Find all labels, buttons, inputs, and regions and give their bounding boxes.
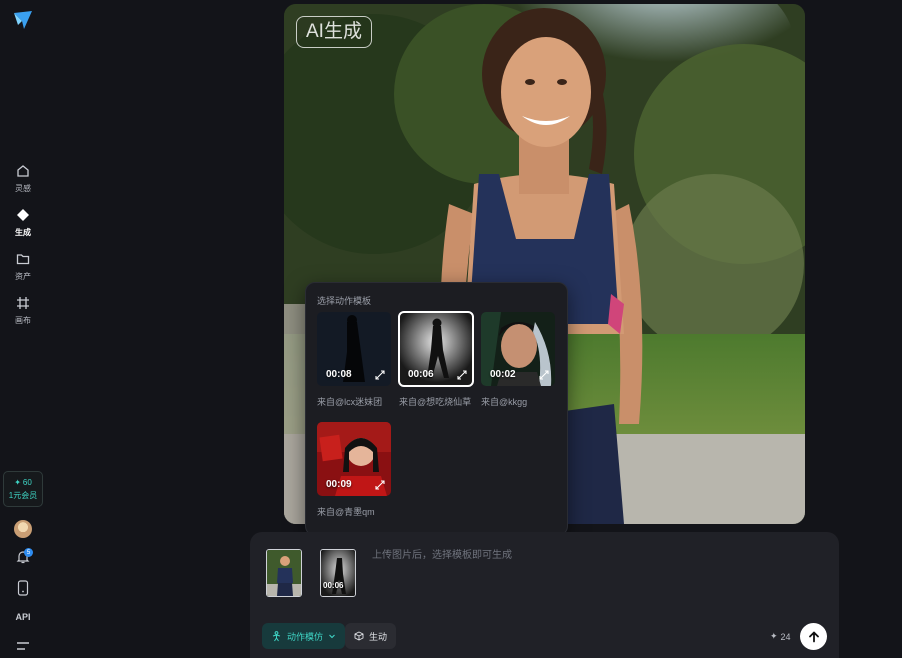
- sparkle-icon: ✦: [770, 631, 778, 641]
- template-source: 来自@青墨qm: [317, 507, 375, 517]
- template-card-4[interactable]: 00:09: [317, 422, 391, 496]
- selected-template-thumb[interactable]: 00:06: [320, 549, 356, 597]
- api-link[interactable]: API: [0, 612, 46, 622]
- expand-icon[interactable]: [457, 370, 467, 380]
- template-source: 来自@kkgg: [481, 397, 528, 407]
- ai-generated-badge: AI生成: [296, 16, 372, 48]
- chevron-down-icon: [329, 634, 335, 639]
- sidebar-item-label: 灵感: [15, 184, 31, 193]
- canvas-icon: [15, 295, 31, 311]
- avatar[interactable]: [14, 520, 32, 538]
- folder-icon: [15, 251, 31, 267]
- membership-label: 1元会员: [8, 490, 38, 500]
- app-root: 灵感 生成 资产 画布 ✦ 60 1元会员 5 API AI生成 选择动作模板 …: [0, 0, 902, 658]
- sparkle-icon: ✦: [14, 477, 21, 487]
- arrow-up-icon: [808, 631, 819, 642]
- template-duration: 00:06: [408, 369, 434, 380]
- template-card-2[interactable]: 00:06: [398, 311, 474, 387]
- motion-icon: [272, 630, 281, 641]
- template-source: 来自@lcx迷妹团: [317, 397, 383, 407]
- composer-hint: 上传图片后，选择模板即可生成: [372, 550, 512, 561]
- diamond-icon: [15, 207, 31, 223]
- expand-icon[interactable]: [375, 480, 385, 490]
- motion-imitation-button[interactable]: 动作模仿: [262, 623, 346, 649]
- template-duration: 00:08: [326, 369, 352, 380]
- motion-template-popup: 选择动作模板 00:08 来自@lcx迷妹团 00:06 来自@想吃烧仙草 00…: [305, 282, 568, 536]
- template-source: 来自@想吃烧仙草: [399, 397, 472, 407]
- template-duration: 00:02: [490, 369, 516, 380]
- menu-icon[interactable]: [16, 640, 30, 652]
- composer-panel: 00:06 上传图片后，选择模板即可生成 动作模仿 生动 ✦ 24: [250, 532, 839, 658]
- motion-imitation-label: 动作模仿: [287, 631, 324, 642]
- sidebar-item-label: 画布: [15, 316, 31, 325]
- sidebar-item-inspiration[interactable]: 灵感: [0, 163, 46, 199]
- popup-title: 选择动作模板: [317, 296, 372, 306]
- vivid-effect-button[interactable]: 生动: [345, 623, 397, 649]
- sidebar-item-label: 生成: [15, 228, 31, 237]
- generation-cost: ✦ 24: [770, 631, 791, 642]
- mobile-icon[interactable]: [16, 580, 30, 596]
- sidebar-item-label: 资产: [15, 272, 31, 281]
- send-button[interactable]: [800, 623, 827, 650]
- credits-membership-card[interactable]: ✦ 60 1元会员: [3, 471, 43, 507]
- sidebar-item-canvas[interactable]: 画布: [0, 295, 46, 331]
- home-icon: [15, 163, 31, 179]
- uploaded-image-preview: [267, 550, 301, 596]
- template-card-1[interactable]: 00:08: [317, 312, 391, 386]
- sidebar-item-assets[interactable]: 资产: [0, 251, 46, 287]
- expand-icon[interactable]: [375, 370, 385, 380]
- cube-icon: [354, 631, 364, 641]
- sidebar: 灵感 生成 资产 画布 ✦ 60 1元会员 5 API: [0, 0, 46, 658]
- uploaded-image-thumb[interactable]: [266, 549, 302, 597]
- credits-balance: ✦ 60: [14, 477, 32, 487]
- app-logo-icon[interactable]: [12, 9, 34, 31]
- template-duration: 00:06: [323, 581, 344, 590]
- expand-icon[interactable]: [539, 370, 549, 380]
- vivid-effect-label: 生动: [369, 631, 388, 642]
- template-card-3[interactable]: 00:02: [481, 312, 555, 386]
- sidebar-item-generate[interactable]: 生成: [0, 207, 46, 243]
- notification-badge: 5: [24, 548, 33, 557]
- template-duration: 00:09: [326, 479, 352, 490]
